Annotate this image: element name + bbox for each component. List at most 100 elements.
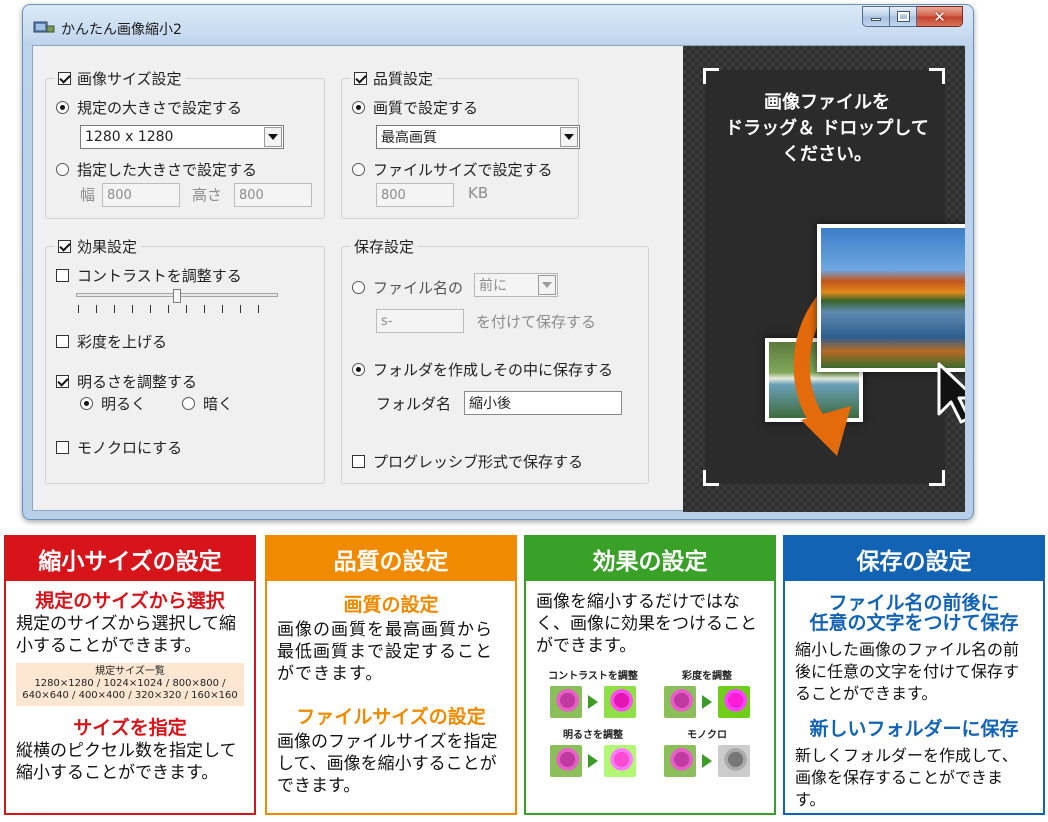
corner-mark (929, 470, 945, 486)
close-button[interactable]: ✕ (917, 6, 963, 27)
save-sub2: 新しいフォルダーに保存 (809, 718, 1019, 740)
preset-size-radio-dot[interactable] (56, 101, 69, 114)
save-settings-label: 保存設定 (354, 238, 415, 256)
drop-line-3: ください。 (782, 144, 872, 165)
preset-size-label: 規定の大きさで設定する (77, 99, 243, 117)
save-sub1-line1: ファイル名の前後に (828, 592, 1000, 614)
width-label: 幅 (80, 186, 96, 204)
drop-zone[interactable]: 画像ファイルを ドラッグ＆ ドロップして ください。 (683, 46, 965, 512)
quality-settings-toggle[interactable]: 品質設定 (350, 68, 438, 89)
quality-feature-panel: 品質の設定 画質の設定 画像の画質を最高画質から最低画質まで設定することができま… (265, 535, 517, 815)
drop-line-1: 画像ファイルを (764, 92, 890, 113)
prefix-position-select[interactable]: 前に (474, 273, 558, 297)
bright-radio-dot[interactable] (80, 397, 93, 410)
arrow-right-icon (588, 695, 598, 709)
save-text1: 縮小した画像のファイル名の前後に任意の文字を付けて保存することができます。 (795, 640, 1020, 703)
height-input[interactable]: 800 (234, 183, 312, 207)
save-sub1: ファイル名の前後に 任意の文字をつけて保存 (795, 593, 1033, 633)
quality-select[interactable]: 最高画質 (376, 125, 580, 149)
size-panel-title: 縮小サイズの設定 (6, 537, 254, 581)
quality-mode-radio-dot[interactable] (352, 101, 365, 114)
example-mono: モノクロ (650, 726, 764, 777)
quality-settings-checkbox[interactable] (354, 72, 367, 85)
progressive-option[interactable]: プログレッシブ形式で保存する (352, 451, 583, 472)
large-photo (817, 224, 965, 372)
effect-settings-toggle[interactable]: 効果設定 (54, 236, 142, 257)
filesize-input[interactable]: 800 (376, 183, 454, 207)
dark-radio[interactable]: 暗く (182, 393, 233, 414)
close-icon: ✕ (933, 7, 946, 26)
window-title: かんたん画像縮小2 (61, 22, 182, 38)
chevron-down-icon[interactable] (264, 127, 282, 147)
title-bar[interactable]: かんたん画像縮小2 ✕ (23, 5, 973, 45)
folder-name-input[interactable]: 縮小後 (464, 391, 622, 415)
contrast-slider[interactable] (76, 289, 278, 317)
effect-settings-checkbox[interactable] (58, 240, 71, 253)
slider-ticks (78, 305, 276, 313)
preset-size-select[interactable]: 1280 x 1280 (80, 125, 284, 149)
example-saturation-label: 彩度を調整 (682, 671, 732, 682)
progressive-checkbox[interactable] (352, 455, 365, 468)
folder-radio-dot[interactable] (352, 363, 365, 376)
size-text1: 規定のサイズから選択して縮小することができます。 (16, 614, 236, 656)
contrast-option[interactable]: コントラストを調整する (56, 265, 242, 286)
filesize-mode-label: ファイルサイズで設定する (373, 161, 553, 179)
quality-sub2: ファイルサイズの設定 (296, 706, 486, 728)
preset-list-title: 規定サイズ一覧 (95, 666, 165, 677)
example-saturation: 彩度を調整 (650, 667, 764, 718)
app-icon (33, 21, 55, 33)
custom-size-radio[interactable]: 指定した大きさで設定する (56, 159, 257, 180)
quality-mode-radio[interactable]: 画質で設定する (352, 97, 478, 118)
bright-radio[interactable]: 明るく (80, 393, 146, 414)
filename-radio-dot[interactable] (352, 281, 365, 294)
arrow-right-icon (588, 754, 598, 768)
quality-value: 最高画質 (381, 130, 437, 146)
sample-image (664, 745, 696, 777)
example-contrast-label: コントラストを調整 (548, 671, 638, 682)
preset-list-line1: 1280×1280 / 1024×1024 / 800×800 / (34, 678, 226, 689)
size-settings-label: 画像サイズ設定 (77, 70, 182, 88)
save-text2: 新しくフォルダーを作成して、画像を保存することができます。 (795, 746, 1018, 809)
size-settings-checkbox[interactable] (58, 72, 71, 85)
mono-option[interactable]: モノクロにする (56, 437, 182, 458)
brightness-checkbox[interactable] (56, 375, 69, 388)
save-panel-title: 保存の設定 (785, 537, 1043, 581)
save-sub1-line2: 任意の文字をつけて保存 (809, 612, 1019, 634)
contrast-checkbox[interactable] (56, 269, 69, 282)
folder-radio[interactable]: フォルダを作成しその中に保存する (352, 359, 613, 380)
prefix-input[interactable]: s- (376, 309, 464, 333)
dark-radio-dot[interactable] (182, 397, 195, 410)
size-feature-panel: 縮小サイズの設定 規定のサイズから選択 規定のサイズから選択して縮小することがで… (4, 535, 256, 815)
brightness-option[interactable]: 明るさを調整する (56, 371, 197, 392)
effect-panel-title: 効果の設定 (526, 537, 774, 581)
folder-name-label: フォルダ名 (376, 395, 452, 413)
size-settings-toggle[interactable]: 画像サイズ設定 (54, 68, 186, 89)
quality-panel-title: 品質の設定 (267, 537, 515, 581)
maximize-button[interactable] (890, 6, 917, 27)
width-input[interactable]: 800 (102, 183, 180, 207)
effect-examples: コントラストを調整 彩度を調整 明るさを調整 モノクロ (536, 667, 764, 777)
save-settings-group: 保存設定 ファイル名の 前に s- を付けて保存する フォルダを作成しその中に保… (341, 236, 649, 484)
chevron-down-icon[interactable] (560, 127, 578, 147)
slider-thumb[interactable] (173, 289, 181, 303)
custom-size-radio-dot[interactable] (56, 163, 69, 176)
contrast-label: コントラストを調整する (77, 267, 242, 285)
quality-sub1: 画質の設定 (343, 594, 439, 616)
effect-settings-label: 効果設定 (77, 238, 138, 256)
example-mono-label: モノクロ (687, 730, 727, 741)
minimize-button[interactable] (862, 6, 890, 27)
filesize-mode-radio-dot[interactable] (352, 163, 365, 176)
minimize-icon (871, 18, 881, 21)
filesize-mode-radio[interactable]: ファイルサイズで設定する (352, 159, 553, 180)
prefix-suffix-label: を付けて保存する (476, 313, 597, 331)
chevron-down-icon[interactable] (538, 275, 556, 295)
saturation-option[interactable]: 彩度を上げる (56, 331, 167, 352)
brightness-label: 明るさを調整する (77, 373, 198, 391)
effect-text1: 画像を縮小するだけではなく、画像に効果をつけることができます。 (536, 592, 757, 656)
mono-checkbox[interactable] (56, 441, 69, 454)
filename-radio[interactable]: ファイル名の (352, 277, 463, 298)
progressive-label: プログレッシブ形式で保存する (373, 453, 584, 471)
preset-size-radio[interactable]: 規定の大きさで設定する (56, 97, 242, 118)
saturation-checkbox[interactable] (56, 335, 69, 348)
drop-line-2: ドラッグ＆ ドロップして (725, 118, 929, 139)
